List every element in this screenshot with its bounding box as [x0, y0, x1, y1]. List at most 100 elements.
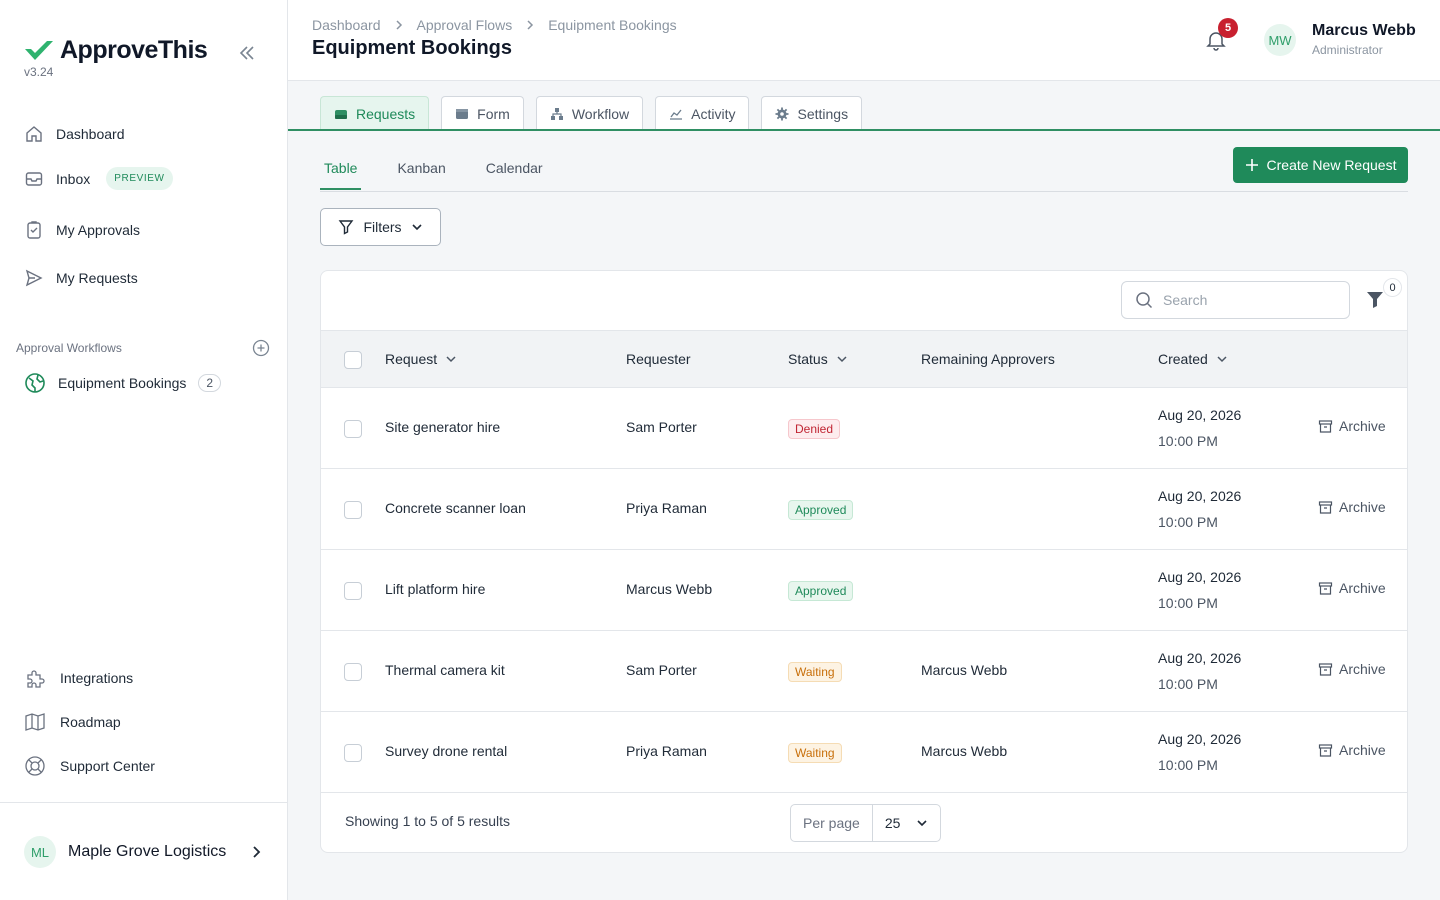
archive-label: Archive [1339, 499, 1386, 515]
tab-label: Requests [356, 105, 416, 122]
column-label: Created [1158, 351, 1208, 367]
add-workflow-icon[interactable] [252, 339, 270, 357]
gear-icon [775, 107, 789, 120]
request-name[interactable]: Lift platform hire [385, 581, 485, 597]
requester-name: Priya Raman [626, 500, 707, 516]
created-time: 10:00 PM [1158, 433, 1218, 449]
column-header-status[interactable]: Status [788, 351, 848, 367]
tab-table[interactable]: Table [320, 160, 362, 190]
requests-table-card: 0 Request Requester Status Remaining App… [320, 270, 1408, 853]
row-checkbox[interactable] [344, 501, 362, 519]
tab-workflow[interactable]: Workflow [535, 96, 644, 130]
table-row[interactable]: Thermal camera kit Sam Porter Waiting Ma… [321, 631, 1407, 712]
sidebar-item-label: Inbox [56, 170, 91, 187]
preview-badge: PREVIEW [106, 167, 173, 190]
archive-label: Archive [1339, 742, 1386, 758]
created-time: 10:00 PM [1158, 595, 1218, 611]
tab-label: Form [477, 105, 510, 122]
column-filter-icon[interactable] [1365, 289, 1385, 309]
archive-button[interactable]: Archive [1318, 661, 1386, 677]
request-name[interactable]: Thermal camera kit [385, 662, 505, 678]
plus-icon [1245, 159, 1258, 171]
form-icon [456, 108, 469, 119]
chevron-right-icon [395, 20, 402, 30]
breadcrumb-approval-flows[interactable]: Approval Flows [417, 17, 513, 33]
archive-button[interactable]: Archive [1318, 499, 1386, 515]
tab-form[interactable]: Form [441, 96, 524, 130]
sidebar-item-my-approvals[interactable]: My Approvals [24, 220, 140, 240]
sidebar-item-label: Roadmap [60, 714, 121, 730]
search-field[interactable] [1121, 281, 1350, 319]
tab-requests[interactable]: Requests [320, 96, 430, 130]
column-header-request[interactable]: Request [385, 351, 457, 367]
row-checkbox[interactable] [344, 663, 362, 681]
per-page-label: Per page [791, 805, 873, 841]
table-row[interactable]: Site generator hire Sam Porter Denied Au… [321, 388, 1407, 469]
chevron-down-icon [837, 356, 847, 363]
row-checkbox[interactable] [344, 582, 362, 600]
request-name[interactable]: Concrete scanner loan [385, 500, 526, 516]
request-name[interactable]: Site generator hire [385, 419, 500, 435]
search-input[interactable] [1163, 292, 1333, 308]
breadcrumb-current: Equipment Bookings [548, 17, 677, 33]
tab-label: Settings [797, 105, 849, 122]
created-date: Aug 20, 2026 [1158, 731, 1242, 747]
collapse-sidebar-icon[interactable] [236, 42, 258, 64]
avatar[interactable]: MW [1264, 24, 1296, 56]
table-row[interactable]: Lift platform hire Marcus Webb Approved … [321, 550, 1407, 631]
sidebar-item-integrations[interactable]: Integrations [24, 667, 133, 689]
column-header-created[interactable]: Created [1158, 351, 1228, 367]
archive-label: Archive [1339, 661, 1386, 677]
created-time: 10:00 PM [1158, 676, 1218, 692]
brand[interactable]: ApproveThis [24, 36, 208, 65]
sidebar-item-label: Support Center [60, 758, 155, 774]
filters-button[interactable]: Filters [320, 208, 441, 246]
chevron-down-icon [446, 356, 456, 363]
sidebar-item-my-requests[interactable]: My Requests [24, 268, 138, 288]
select-all-checkbox[interactable] [344, 351, 362, 369]
workflow-count-badge: 2 [198, 374, 222, 392]
filters-label: Filters [363, 219, 402, 235]
table-row[interactable]: Concrete scanner loan Priya Raman Approv… [321, 469, 1407, 550]
request-name[interactable]: Survey drone rental [385, 743, 507, 759]
notification-count-badge: 5 [1218, 18, 1238, 38]
archive-button[interactable]: Archive [1318, 580, 1386, 596]
funnel-icon [339, 220, 354, 235]
tab-kanban[interactable]: Kanban [393, 160, 449, 190]
archive-button[interactable]: Archive [1318, 742, 1386, 758]
chevron-down-icon [917, 820, 927, 827]
status-badge: Waiting [788, 743, 842, 763]
status-badge: Approved [788, 581, 854, 601]
column-label: Status [788, 351, 828, 367]
requester-name: Sam Porter [626, 419, 697, 435]
tab-calendar[interactable]: Calendar [482, 160, 547, 190]
create-button-label: Create New Request [1266, 157, 1397, 173]
create-new-request-button[interactable]: Create New Request [1233, 147, 1408, 183]
sidebar-item-support-center[interactable]: Support Center [24, 755, 155, 777]
tray-icon [335, 109, 347, 119]
sidebar-item-inbox[interactable]: Inbox PREVIEW [24, 167, 173, 190]
table-row[interactable]: Survey drone rental Priya Raman Waiting … [321, 712, 1407, 793]
column-header-requester: Requester [626, 351, 691, 367]
row-checkbox[interactable] [344, 744, 362, 762]
puzzle-icon [27, 670, 45, 688]
tab-settings[interactable]: Settings [761, 96, 863, 130]
organization-switcher[interactable]: ML Maple Grove Logistics [24, 836, 264, 868]
per-page-select[interactable]: 25 [873, 805, 941, 841]
archive-button[interactable]: Archive [1318, 418, 1386, 434]
tab-activity[interactable]: Activity [655, 96, 750, 130]
view-tabs: Table Kanban Calendar [320, 160, 579, 190]
chevron-down-icon [411, 224, 422, 231]
sidebar-item-dashboard[interactable]: Dashboard [24, 124, 125, 144]
chevron-down-icon [1217, 356, 1227, 363]
row-checkbox[interactable] [344, 420, 362, 438]
archive-icon [1318, 419, 1333, 433]
breadcrumb-dashboard[interactable]: Dashboard [312, 17, 381, 33]
created-time: 10:00 PM [1158, 757, 1218, 773]
sidebar-item-equipment-bookings[interactable]: Equipment Bookings 2 [24, 372, 222, 394]
per-page-control: Per page 25 [790, 804, 942, 842]
table-header: Request Requester Status Remaining Appro… [321, 330, 1407, 388]
chevron-right-icon [253, 846, 261, 858]
section-label: Approval Workflows [16, 341, 122, 355]
sidebar-item-roadmap[interactable]: Roadmap [24, 711, 121, 733]
